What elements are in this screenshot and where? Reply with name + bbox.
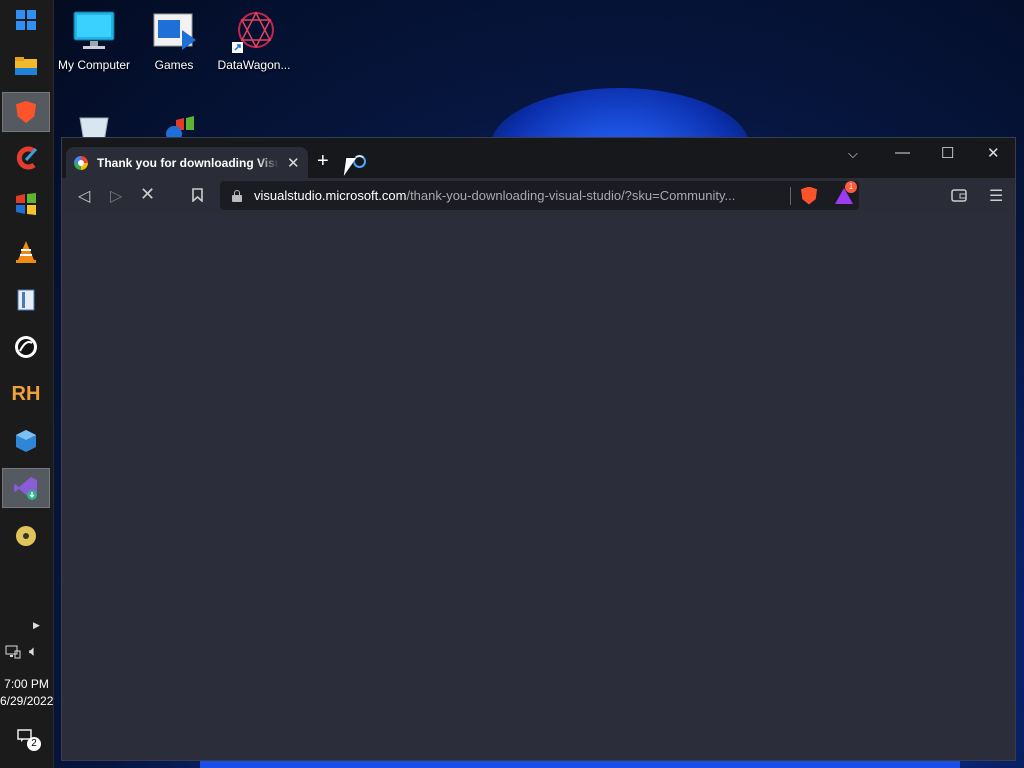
bookmark-button[interactable] — [192, 188, 203, 202]
vlc-icon — [16, 241, 36, 263]
taskbar-file-explorer[interactable] — [2, 46, 50, 86]
tab-active[interactable]: Thank you for downloading Visual Studio … — [66, 147, 308, 178]
cube-app-icon — [16, 430, 36, 452]
desktop-icon-datawagon[interactable]: DataWagon... — [212, 10, 296, 72]
taskbar-dvd[interactable] — [2, 516, 50, 556]
address-bar[interactable]: visualstudio.microsoft.com/thank-you-dow… — [220, 180, 859, 210]
book-reader-icon — [17, 289, 35, 311]
dvd-icon — [16, 526, 36, 546]
url-text[interactable]: visualstudio.microsoft.com/thank-you-dow… — [254, 188, 784, 203]
start-button[interactable] — [2, 0, 50, 40]
address-separator — [790, 186, 791, 205]
monitor-icon — [70, 10, 118, 54]
wallet-button[interactable] — [951, 189, 967, 202]
resource-hacker-icon: RH — [11, 382, 41, 405]
clock-date: 6/29/2022 — [0, 694, 54, 708]
desktop-icon-games[interactable]: Games — [132, 10, 216, 72]
taskbar-vlc[interactable] — [2, 232, 50, 272]
microsoft-favicon-icon — [74, 155, 88, 170]
inkscape-icon — [15, 336, 37, 358]
url-host: visualstudio.microsoft.com — [254, 188, 407, 203]
ccleaner-icon — [16, 146, 38, 170]
tab-search-chevron-icon[interactable]: ⌵ — [848, 146, 858, 162]
tab-title: Thank you for downloading Visual Studio — [97, 155, 279, 170]
taskbar-ccleaner[interactable] — [2, 138, 50, 178]
close-button[interactable]: ✕ — [987, 144, 1000, 162]
notification-button[interactable]: 2 — [17, 729, 41, 751]
tab-close-icon[interactable]: ✕ — [287, 154, 300, 172]
clock-time: 7:00 PM — [4, 677, 49, 691]
toolbar: ◁ ▷ ✕ visualstudio.microsoft.com/thank-y… — [62, 178, 1015, 214]
taskbar-inkscape[interactable] — [2, 327, 50, 367]
taskbar-book-reader[interactable] — [2, 280, 50, 320]
clock[interactable]: 7:00 PM 6/29/2022 — [0, 676, 53, 710]
windows-start-icon — [16, 10, 36, 30]
title-bar: Thank you for downloading Visual Studio … — [62, 138, 1015, 178]
brave-shields-icon[interactable] — [801, 186, 817, 205]
lock-icon[interactable] — [232, 189, 242, 202]
page-content — [62, 214, 1015, 760]
visual-studio-installer-icon — [14, 477, 37, 500]
new-tab-button[interactable]: + — [317, 150, 329, 173]
taskbar-resource-hacker[interactable]: RH — [2, 374, 50, 414]
network-icon[interactable] — [5, 645, 21, 659]
desktop-icon-label: My Computer — [57, 58, 131, 72]
file-explorer-icon — [15, 57, 37, 75]
taskbar-brave[interactable] — [2, 92, 50, 132]
taskbar-visual-studio-installer[interactable] — [2, 468, 50, 508]
desktop-icon-label: Games — [154, 58, 194, 72]
games-icon — [150, 10, 198, 54]
notification-count: 2 — [27, 737, 41, 751]
taskbar: RH ▶ 🔈︎ 7:00 PM 6/29/2022 2 — [0, 0, 54, 768]
desktop-icon-label: DataWagon... — [217, 58, 291, 72]
forward-button[interactable]: ▷ — [110, 186, 122, 206]
minimize-button[interactable]: — — [895, 144, 910, 161]
datawagon-icon — [230, 10, 278, 54]
taskbar-cube-app[interactable] — [2, 421, 50, 461]
menu-button[interactable]: ☰ — [989, 186, 1003, 206]
browser-window: Thank you for downloading Visual Studio … — [61, 137, 1016, 761]
volume-icon[interactable]: 🔈︎ — [29, 643, 38, 660]
maximize-button[interactable]: ☐ — [941, 144, 954, 162]
windows-xp-icon — [16, 193, 36, 215]
stop-loading-button[interactable]: ✕ — [140, 184, 155, 205]
brave-browser-icon — [16, 101, 36, 123]
desktop-icon-my-computer[interactable]: My Computer — [52, 10, 136, 72]
rewards-badge: 1 — [845, 180, 857, 193]
taskbar-windows-xp[interactable] — [2, 184, 50, 224]
back-button[interactable]: ◁ — [78, 186, 90, 206]
url-path: /thank-you-downloading-visual-studio/?sk… — [406, 188, 736, 203]
tray-expand-icon[interactable]: ▶ — [33, 620, 40, 631]
brave-rewards-button[interactable]: 1 — [835, 180, 857, 204]
